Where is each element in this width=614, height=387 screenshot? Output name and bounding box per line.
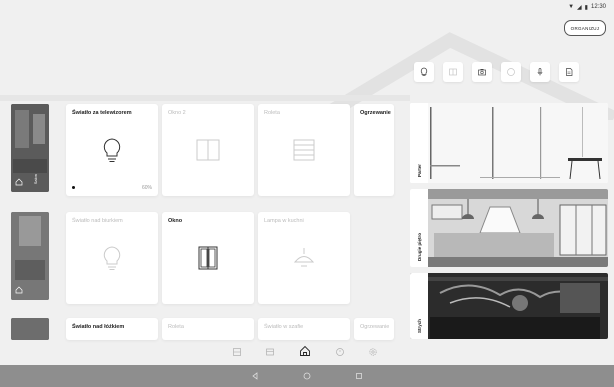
device-tile-heating-2[interactable]: Ogrzewanie (354, 318, 394, 340)
filter-climate-button[interactable] (501, 62, 521, 82)
room-photo-3[interactable] (11, 318, 49, 340)
thermostat-icon (507, 68, 515, 76)
device-title: Ogrzewanie (360, 110, 391, 116)
device-title: Roleta (168, 324, 184, 330)
device-tile-wardrobe-light[interactable]: Światło w szafie (258, 318, 350, 340)
device-tile-desk-light[interactable]: Światło nad biurkiem (66, 212, 158, 304)
floor-photo (410, 103, 608, 183)
brightness-value: 60% (141, 185, 152, 191)
home-circle-icon[interactable] (303, 372, 311, 380)
floor-label-tab: Strych (410, 273, 428, 339)
microphone-icon (537, 68, 543, 76)
device-tile-kitchen-lamp[interactable]: Lampa w kuchni (258, 212, 350, 304)
window-nav-icon (266, 348, 275, 356)
state-indicator (72, 186, 75, 189)
filter-documents-button[interactable] (559, 62, 579, 82)
device-title: Światło nad biurkiem (72, 218, 123, 224)
system-navigation-bar (0, 365, 614, 387)
bottom-navigation (220, 342, 390, 364)
camera-icon (478, 69, 486, 76)
floor-card-parter[interactable]: Parter (410, 103, 608, 183)
bulb-icon (420, 67, 428, 76)
floor-label: Parter (416, 163, 422, 177)
filter-lights-button[interactable] (414, 62, 434, 82)
floor-photo (410, 189, 608, 267)
home-icon (300, 345, 310, 356)
grid-icon (232, 348, 241, 356)
filter-cameras-button[interactable] (472, 62, 492, 82)
bulb-icon (103, 246, 121, 270)
lamp-icon (293, 248, 315, 267)
status-bar: ▼ ◢ ▮ 12:30 (568, 0, 606, 14)
floor-card-second[interactable]: Drugie piętro (410, 189, 608, 267)
device-tile-window-2[interactable]: Okno 2 (162, 104, 254, 196)
device-tile-blind-2[interactable]: Roleta (162, 318, 254, 340)
room-photo-image (11, 318, 49, 340)
device-title: Okno (168, 218, 183, 224)
nav-windows-button[interactable] (265, 344, 275, 362)
floor-label: Drugie piętro (416, 232, 422, 261)
bulb-icon (103, 138, 121, 162)
back-icon[interactable] (251, 372, 259, 380)
device-tile-blind[interactable]: Roleta (258, 104, 350, 196)
roof-background (0, 32, 614, 120)
document-icon (566, 68, 573, 76)
nav-settings-button[interactable] (368, 344, 378, 362)
floor-label: Strych (416, 318, 422, 333)
blind-icon (293, 139, 315, 161)
floor-panel: Parter Drugie piętro Strych (410, 103, 608, 339)
device-filter-bar (414, 62, 579, 82)
window-icon (449, 68, 457, 76)
timer-icon (335, 348, 344, 356)
home-icon (15, 286, 23, 294)
battery-icon: ▮ (584, 4, 588, 11)
device-tile-heating[interactable]: Ogrzewanie (354, 104, 394, 196)
device-tile-tv-light[interactable]: Światło za telewizorem 60% (66, 104, 158, 196)
room-photo-salon[interactable]: Salon (11, 104, 49, 192)
signal-icon: ◢ (577, 4, 582, 11)
window-icon (198, 246, 218, 270)
floor-card-attic[interactable]: Strych (410, 273, 608, 339)
organize-button[interactable]: ORGANIZUJ (564, 20, 606, 36)
home-icon (15, 178, 23, 186)
floor-label-tab: Drugie piętro (410, 189, 428, 267)
status-time: 12:30 (590, 4, 606, 10)
nav-home-button[interactable] (299, 344, 311, 362)
device-title: Lampa w kuchni (264, 218, 304, 224)
device-tile-bed-light[interactable]: Światło nad łóżkiem (66, 318, 158, 340)
device-title: Światło za telewizorem (72, 110, 132, 116)
nav-timer-button[interactable] (335, 344, 345, 362)
recents-icon[interactable] (355, 372, 363, 380)
device-tile-window[interactable]: Okno (162, 212, 254, 304)
filter-windows-button[interactable] (443, 62, 463, 82)
room-photo-2[interactable] (11, 212, 49, 300)
wifi-icon: ▼ (568, 4, 575, 10)
device-title: Światło w szafie (264, 324, 304, 330)
floor-label-tab: Parter (410, 103, 428, 183)
nav-grid-button[interactable] (232, 344, 242, 362)
device-title: Ogrzewanie (360, 324, 390, 330)
device-title: Światło nad łóżkiem (72, 324, 125, 330)
filter-voice-button[interactable] (530, 62, 550, 82)
device-title: Okno 2 (168, 110, 186, 116)
device-title: Roleta (264, 110, 280, 116)
settings-icon (369, 348, 377, 356)
window-icon (196, 139, 220, 161)
room-label: Salon (33, 173, 38, 184)
floor-photo (410, 273, 608, 339)
